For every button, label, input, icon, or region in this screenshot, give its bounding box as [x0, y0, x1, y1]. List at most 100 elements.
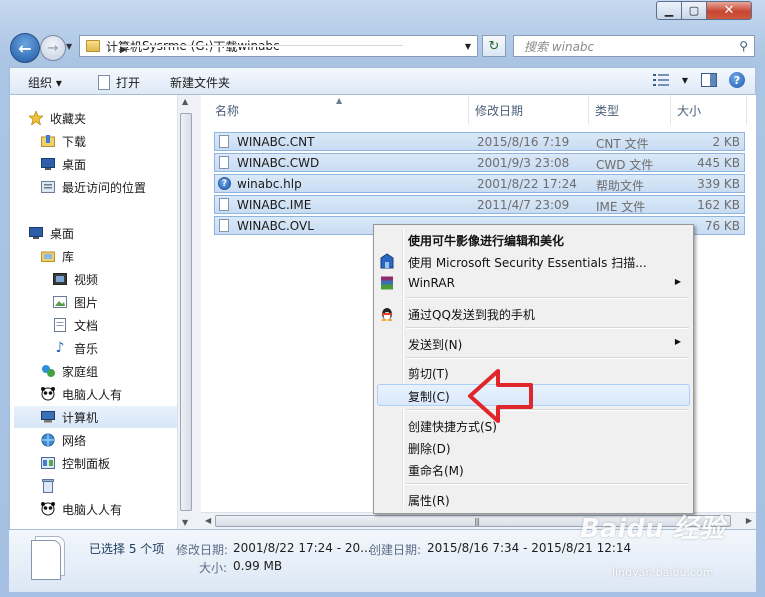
scroll-up-arrow[interactable]: ▲ — [182, 97, 188, 106]
navigation-pane: 收藏夹 下载 桌面 最近访问的位置 桌面 库 视频 图片 文档 ♪ 音乐 家庭组… — [9, 95, 196, 529]
submenu-arrow-icon: ▶ — [674, 337, 681, 346]
back-button[interactable]: ← — [10, 33, 40, 63]
recycle-bin-icon — [40, 479, 56, 493]
open-button[interactable]: 打开 — [98, 74, 140, 91]
video-icon — [52, 272, 68, 286]
help-icon[interactable]: ? — [729, 72, 745, 88]
homegroup-icon — [40, 364, 56, 378]
menu-separator — [406, 357, 689, 359]
menu-item-keniu-edit[interactable]: 使用可牛影像进行编辑和美化 — [377, 228, 690, 250]
nav-pane-scrollbar[interactable]: ▲ ▼ — [177, 95, 195, 529]
chevron-right-icon[interactable]: ▶ — [120, 45, 403, 55]
minimize-button[interactable]: ▁ — [656, 1, 682, 20]
panda-icon — [40, 502, 56, 516]
arrow-left-icon: ← — [18, 38, 32, 58]
file-icon — [219, 219, 229, 232]
search-input[interactable]: 搜索 winabc ⚲ — [513, 35, 755, 57]
modified-label: 修改日期: — [176, 543, 229, 557]
explorer-window: ▁ ▢ ✕ ← → ▼ ▶ 计算机▶ Sysrme (G:)▶ 下载▶ wina… — [0, 0, 765, 597]
view-details-icon — [653, 74, 669, 86]
menu-item-rename[interactable]: 重命名(M) — [377, 458, 690, 480]
arrow-right-icon: → — [47, 40, 59, 56]
column-header-type[interactable]: 类型 — [589, 95, 671, 125]
breadcrumb-download[interactable]: 下载▶ — [120, 38, 403, 55]
baidu-watermark: Baidu 经验 — [580, 514, 725, 544]
scroll-left-arrow[interactable]: ◀ — [205, 516, 211, 525]
control-panel-icon — [40, 456, 56, 470]
multiple-files-icon-front — [31, 540, 61, 580]
column-header-date[interactable]: 修改日期 — [469, 95, 589, 125]
file-row[interactable]: WINABC.CNT 2015/8/16 7:19 CNT 文件 2 KB — [214, 132, 745, 151]
network-icon — [40, 433, 56, 447]
view-dropdown-button[interactable]: ▼ — [681, 72, 689, 88]
menu-item-send-to[interactable]: 发送到(N) ▶ — [377, 332, 690, 354]
security-essentials-icon — [379, 253, 395, 269]
maximize-button[interactable]: ▢ — [681, 1, 707, 20]
file-row[interactable]: WINABC.IME 2011/4/7 23:09 IME 文件 162 KB — [214, 195, 745, 214]
menu-item-winrar[interactable]: WinRAR ▶ — [377, 272, 690, 294]
desktop-icon — [40, 157, 56, 171]
preview-pane-button[interactable] — [701, 72, 717, 88]
file-icon — [219, 135, 229, 148]
refresh-button[interactable]: ↻ — [482, 35, 506, 57]
baidu-watermark-url: jingyan.baidu.com — [612, 566, 714, 579]
file-icon — [219, 198, 229, 211]
close-button[interactable]: ✕ — [706, 1, 752, 20]
address-history-dropdown[interactable]: ▼ — [465, 42, 471, 51]
column-header-size[interactable]: 大小 — [671, 95, 747, 125]
download-folder-icon — [40, 134, 56, 148]
caption-buttons: ▁ ▢ ✕ — [656, 1, 758, 21]
computer-icon — [40, 410, 56, 424]
modified-value: 2001/8/22 17:24 - 20... — [233, 541, 372, 555]
preview-pane-icon — [701, 73, 717, 87]
size-label: 大小: — [199, 561, 228, 575]
desktop-icon — [28, 226, 44, 240]
document-icon — [98, 75, 110, 90]
search-icon[interactable]: ⚲ — [739, 39, 748, 53]
scroll-down-arrow[interactable]: ▼ — [182, 518, 188, 527]
menu-separator — [406, 483, 689, 485]
music-icon: ♪ — [55, 340, 65, 356]
forward-button[interactable]: → — [40, 35, 66, 61]
created-label: 创建日期: — [369, 543, 422, 557]
scroll-right-arrow[interactable]: ▶ — [746, 516, 752, 525]
grip-icon: ||| — [474, 517, 480, 526]
document-icon — [52, 318, 68, 332]
organize-button[interactable]: 组织 ▾ — [28, 74, 62, 91]
menu-item-qq-send[interactable]: 通过QQ发送到我的手机 — [377, 302, 690, 324]
column-header-name[interactable]: 名称 — [209, 95, 469, 125]
file-row[interactable]: WINABC.CWD 2001/9/3 23:08 CWD 文件 445 KB — [214, 153, 745, 172]
change-view-button[interactable] — [653, 72, 669, 88]
size-value: 0.99 MB — [233, 559, 283, 573]
recent-pages-dropdown[interactable]: ▼ — [66, 42, 72, 51]
address-bar[interactable]: ▶ 计算机▶ Sysrme (G:)▶ 下载▶ winabc ▼ — [79, 35, 478, 57]
selection-count: 已选择 5 个项 — [89, 542, 165, 556]
menu-item-mse-scan[interactable]: 使用 Microsoft Security Essentials 扫描... — [377, 250, 690, 272]
nav-item-desktop[interactable]: 桌面 — [28, 222, 196, 244]
menu-item-properties[interactable]: 属性(R) — [377, 488, 690, 510]
command-bar: 组织 ▾ 打开 新建文件夹 ▼ ? — [9, 67, 756, 95]
folder-icon — [86, 40, 100, 52]
winrar-icon — [379, 275, 395, 291]
qq-penguin-icon — [379, 305, 395, 321]
picture-icon — [52, 295, 68, 309]
scrollbar-thumb[interactable] — [180, 113, 192, 511]
file-row[interactable]: ? winabc.hlp 2001/8/22 17:24 帮助文件 339 KB — [214, 174, 745, 193]
star-icon — [28, 111, 44, 125]
recent-places-icon — [40, 180, 56, 194]
new-folder-button[interactable]: 新建文件夹 — [170, 74, 230, 91]
menu-separator — [406, 409, 689, 411]
submenu-arrow-icon: ▶ — [674, 277, 681, 286]
nav-item-computer[interactable]: 计算机 — [14, 406, 178, 428]
file-icon — [219, 156, 229, 169]
refresh-icon: ↻ — [488, 38, 500, 54]
menu-separator — [406, 327, 689, 329]
menu-separator — [406, 297, 689, 299]
help-file-icon: ? — [218, 177, 231, 190]
menu-item-delete[interactable]: 删除(D) — [377, 436, 690, 458]
panda-icon — [40, 387, 56, 401]
annotation-arrow-icon — [468, 369, 533, 423]
column-headers: ▲ 名称 修改日期 类型 大小 — [201, 95, 756, 125]
nav-item-favorites[interactable]: 收藏夹 — [28, 107, 196, 129]
library-icon — [40, 249, 56, 263]
